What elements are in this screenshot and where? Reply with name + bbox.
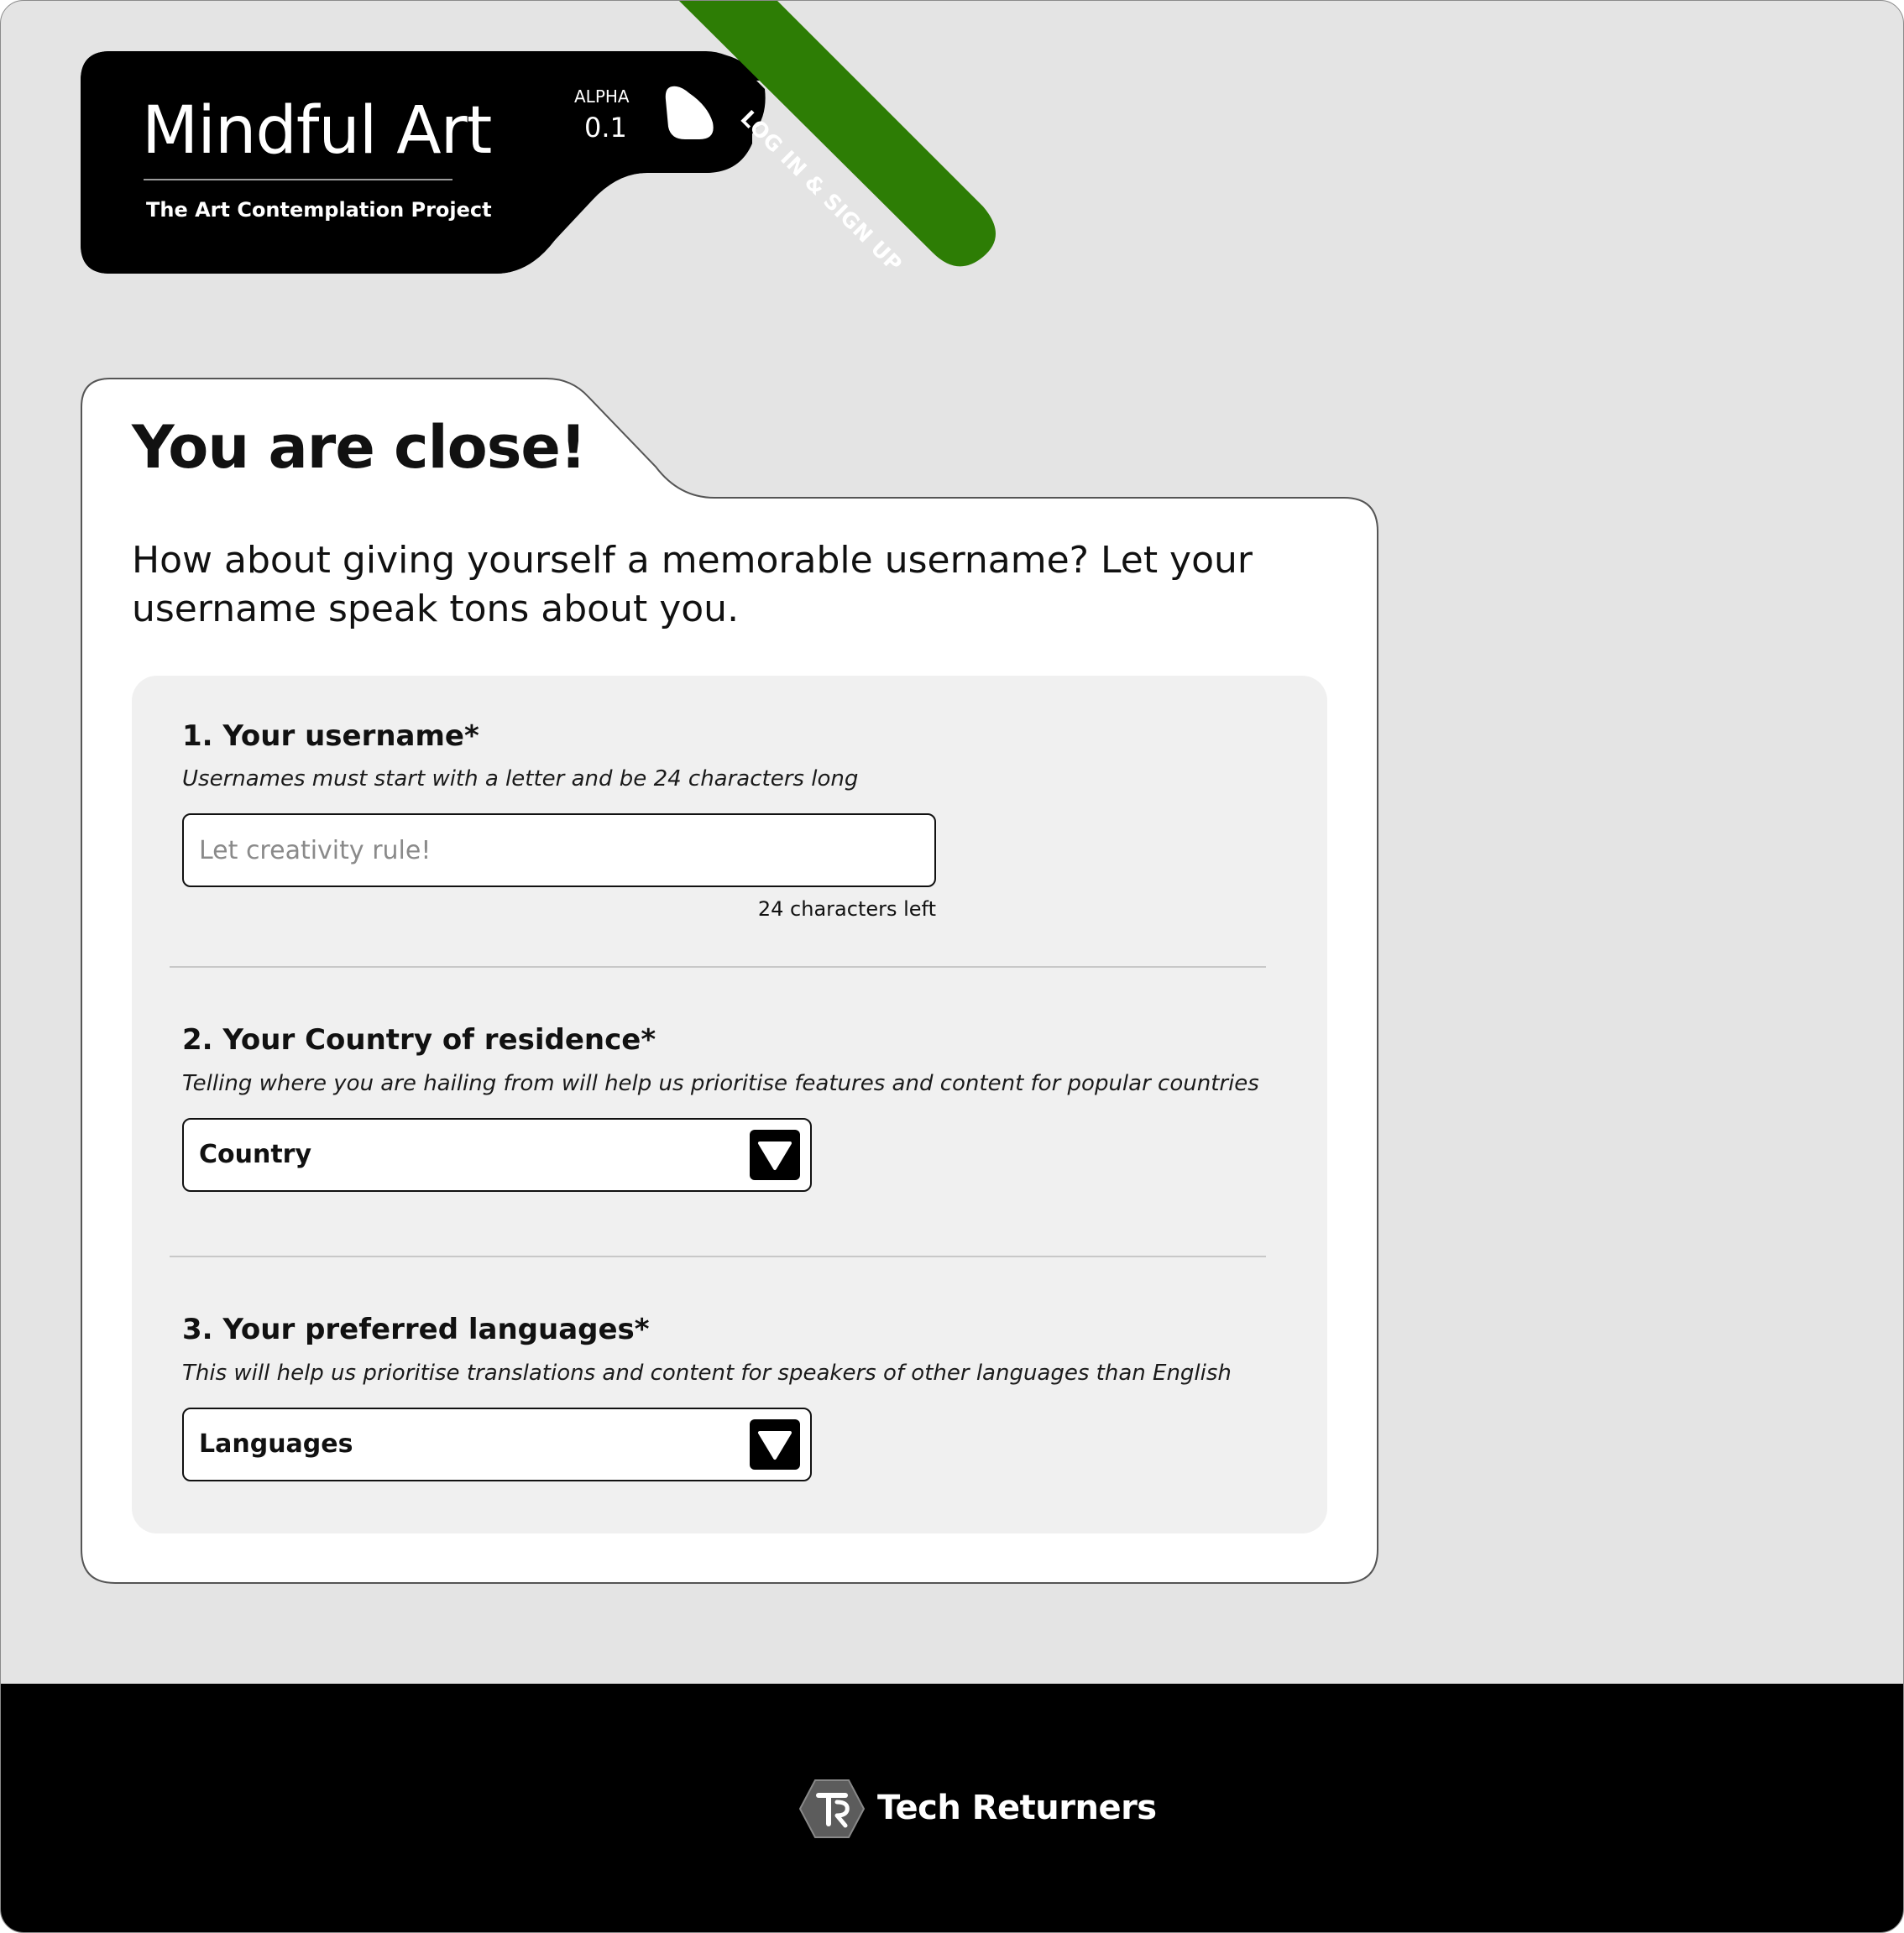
languages-field-title: 3. Your preferred languages* [182,1313,650,1346]
username-input[interactable] [182,813,936,887]
languages-select[interactable]: Languages [182,1408,812,1481]
chevron-down-icon[interactable] [750,1419,800,1470]
footer-brand-name: Tech Returners [877,1789,1157,1827]
username-field-title: 1. Your username* [182,719,479,753]
languages-select-value: Languages [199,1429,353,1459]
chevron-down-icon[interactable] [750,1130,800,1180]
country-field-help: Telling where you are hailing from will … [182,1071,1259,1096]
username-char-counter: 24 characters left [757,897,936,921]
section-divider [170,966,1266,968]
languages-field-help: This will help us prioritise translation… [182,1361,1232,1386]
username-field-help: Usernames must start with a letter and b… [182,766,859,791]
country-select-value: Country [199,1140,312,1169]
page-title: You are close! [132,413,587,482]
section-divider [170,1256,1266,1257]
signup-form: 1. Your username* Usernames must start w… [132,676,1327,1533]
tech-returners-logo-icon [798,1779,866,1838]
country-field-title: 2. Your Country of residence* [182,1023,656,1057]
footer: Tech Returners [1,1684,1903,1932]
page-intro: How about giving yourself a memorable us… [132,539,1253,630]
app-window: LOG IN & SIGN UP Mindful Art The Art Con… [0,0,1904,1933]
country-select[interactable]: Country [182,1118,812,1192]
